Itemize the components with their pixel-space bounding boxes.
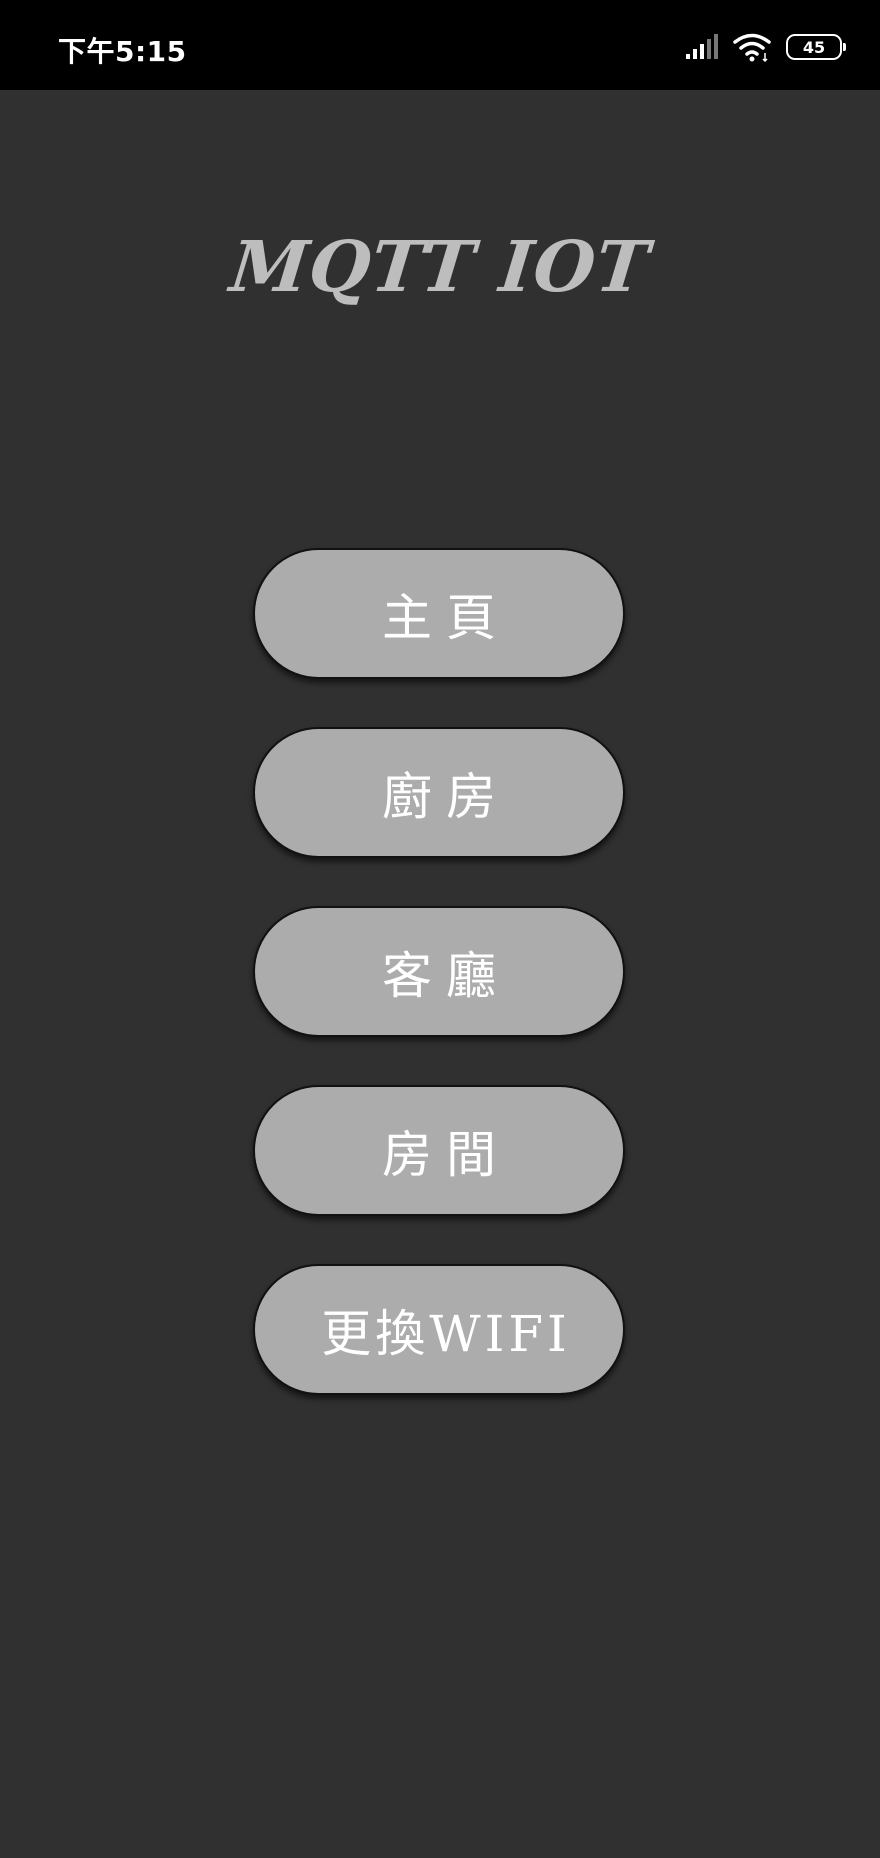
status-icons: 45 (684, 30, 846, 64)
kitchen-button-label: 廚房 (382, 767, 510, 826)
change-wifi-button-label: 更換WIFI (321, 1304, 571, 1363)
living-room-button-label: 客廳 (382, 946, 510, 1005)
wifi-icon (733, 33, 771, 62)
change-wifi-button[interactable]: 更換WIFI (253, 1264, 625, 1395)
status-time: 下午5:15 (58, 35, 187, 68)
app-title: MQTT IOT (226, 225, 654, 308)
kitchen-button[interactable]: 廚房 (253, 727, 625, 858)
signal-icon (686, 34, 718, 59)
home-button-label: 主頁 (382, 588, 510, 647)
home-button[interactable]: 主頁 (253, 548, 625, 679)
battery-level: 45 (802, 37, 826, 57)
bedroom-button[interactable]: 房間 (253, 1085, 625, 1216)
main-menu: 主頁 廚房 客廳 房間 更換WIFI (253, 548, 627, 1443)
status-bar: 下午5:15 45 (0, 0, 880, 90)
battery-icon: 45 (786, 34, 846, 60)
living-room-button[interactable]: 客廳 (253, 906, 625, 1037)
bedroom-button-label: 房間 (382, 1125, 510, 1184)
